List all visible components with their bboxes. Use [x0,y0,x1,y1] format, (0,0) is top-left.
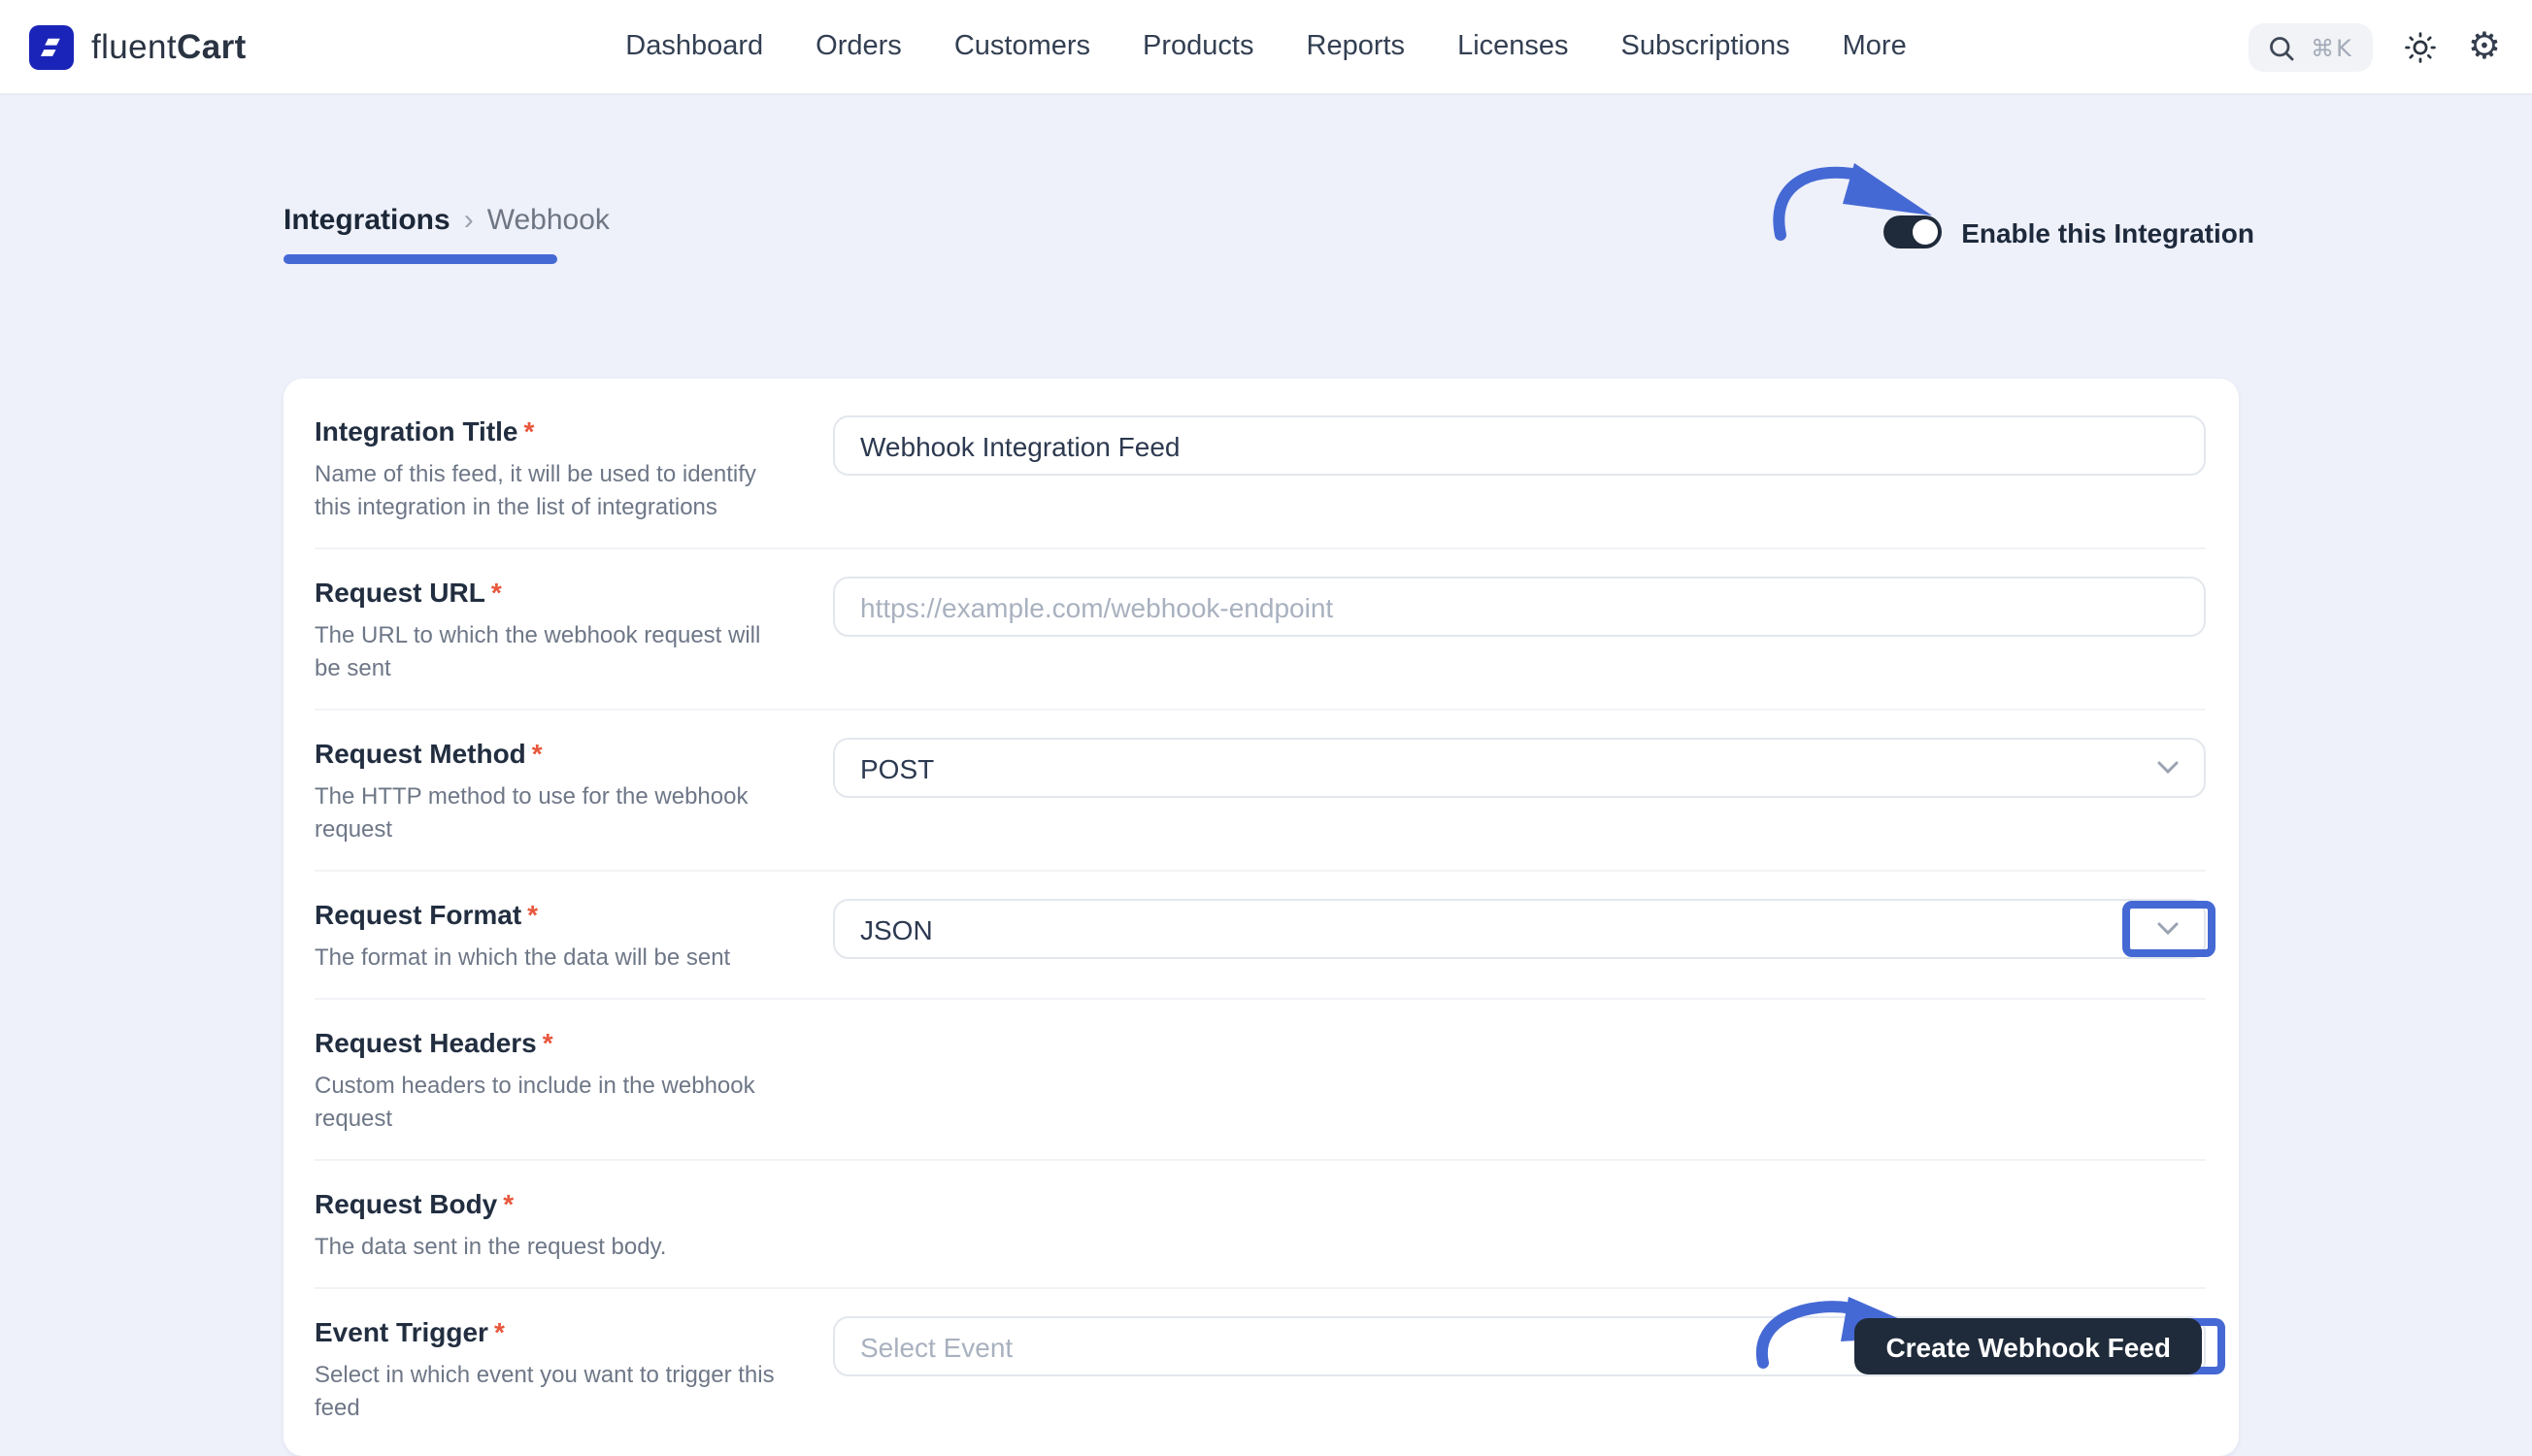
fluentcart-logo-icon [29,25,74,70]
request-format-value: JSON [860,913,933,944]
create-webhook-feed-button[interactable]: Create Webhook Feed [1854,1318,2202,1374]
page-content: Integrations › Webhook Enable this Integ… [0,95,2532,1437]
breadcrumb-integrations-link[interactable]: Integrations [283,202,450,239]
request-url-label: Request URL* [315,577,794,608]
field-row-integration-title: Integration Title* Name of this feed, it… [315,388,2206,549]
nav-item-licenses[interactable]: Licenses [1457,31,1568,62]
search-icon [2268,34,2295,61]
request-method-label: Request Method* [315,738,794,769]
breadcrumb-active-underline [283,254,557,264]
enable-integration-toggle[interactable] [1883,215,1942,248]
breadcrumb-separator-icon: › [464,202,474,239]
search-shortcut-label: ⌘K [2311,34,2353,61]
breadcrumb-current-webhook: Webhook [487,202,610,239]
nav-item-dashboard[interactable]: Dashboard [625,31,763,62]
nav-item-subscriptions[interactable]: Subscriptions [1621,31,1790,62]
top-navigation-bar: fluentCart Dashboard Orders Customers Pr… [0,0,2532,95]
integration-title-input[interactable] [833,415,2206,476]
required-asterisk: * [503,1188,514,1219]
annotation-highlight-box-format-chevron [2122,901,2216,957]
field-row-request-body: Request Body* The data sent in the reque… [315,1161,2206,1289]
event-trigger-description: Select in which event you want to trigge… [315,1359,784,1425]
request-format-description: The format in which the data will be sen… [315,942,784,975]
toggle-knob [1913,219,1938,245]
required-asterisk: * [527,899,538,930]
settings-gear-icon[interactable]: ⚙ [2468,29,2501,66]
chevron-down-icon [2157,761,2179,775]
brand-name: fluentCart [91,27,247,68]
breadcrumb: Integrations › Webhook [283,202,610,264]
field-row-request-url: Request URL* The URL to which the webhoo… [315,549,2206,711]
request-url-input[interactable] [833,577,2206,637]
nav-item-orders[interactable]: Orders [816,31,902,62]
request-body-description: The data sent in the request body. [315,1231,784,1264]
request-format-select[interactable]: JSON [833,899,2206,959]
request-method-description: The HTTP method to use for the webhook r… [315,780,784,846]
theme-toggle-sun-icon[interactable] [2404,31,2437,64]
event-trigger-label: Event Trigger* [315,1316,794,1347]
enable-integration-control: Enable this Integration [1883,215,2254,248]
nav-item-customers[interactable]: Customers [954,31,1090,62]
nav-item-more[interactable]: More [1843,31,1907,62]
request-body-label: Request Body* [315,1188,794,1219]
webhook-settings-card: Integration Title* Name of this feed, it… [283,379,2239,1456]
nav-item-products[interactable]: Products [1143,31,1253,62]
search-button[interactable]: ⌘K [2249,23,2373,72]
field-row-request-method: Request Method* The HTTP method to use f… [315,711,2206,872]
required-asterisk: * [543,1027,553,1058]
field-row-request-headers: Request Headers* Custom headers to inclu… [315,1000,2206,1161]
enable-integration-label: Enable this Integration [1961,216,2254,248]
required-asterisk: * [524,415,535,447]
field-row-request-format: Request Format* The format in which the … [315,872,2206,1000]
brand-logo[interactable]: fluentCart [29,0,247,95]
request-url-description: The URL to which the webhook request wil… [315,619,784,685]
required-asterisk: * [491,577,502,608]
request-headers-description: Custom headers to include in the webhook… [315,1070,784,1136]
required-asterisk: * [532,738,543,769]
request-method-select[interactable]: POST [833,738,2206,798]
main-nav: Dashboard Orders Customers Products Repo… [625,31,1906,62]
request-headers-label: Request Headers* [315,1027,794,1058]
request-format-label: Request Format* [315,899,794,930]
integration-title-label: Integration Title* [315,415,794,447]
required-asterisk: * [494,1316,505,1347]
topbar-actions: ⌘K ⚙ [2249,0,2501,95]
nav-item-reports[interactable]: Reports [1307,31,1406,62]
event-trigger-placeholder: Select Event [860,1331,1013,1362]
page-header-row: Integrations › Webhook Enable this Integ… [283,202,2254,264]
app-root: fluentCart Dashboard Orders Customers Pr… [0,0,2532,1437]
integration-title-description: Name of this feed, it will be used to id… [315,458,784,524]
request-method-value: POST [860,752,934,783]
